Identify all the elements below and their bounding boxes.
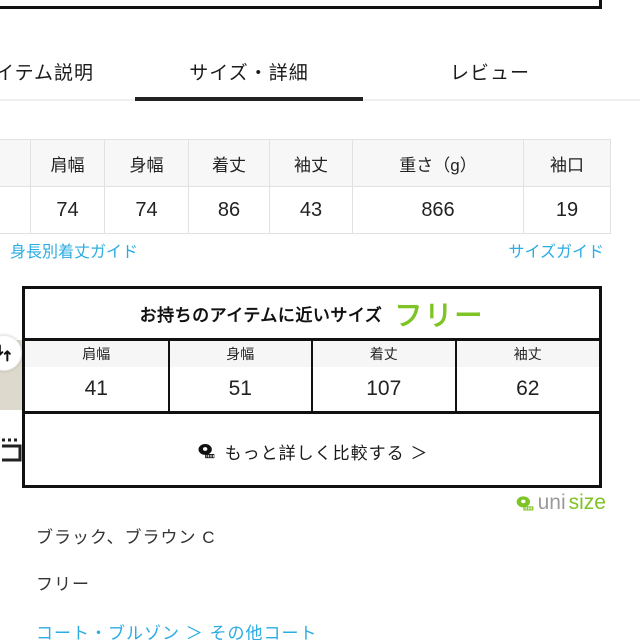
top-panel-bottom-edge — [0, 0, 602, 9]
size-guide-link[interactable]: サイズガイド — [508, 238, 604, 262]
cell-chest: 74 — [104, 186, 189, 234]
tape-measure-icon — [515, 495, 535, 512]
column-header-blank — [0, 139, 31, 187]
unisize-logo-size: size — [568, 491, 606, 514]
unisize-panel-header: お持ちのアイテムに近いサイズ フリー — [25, 289, 599, 338]
cell-size-label — [0, 186, 31, 234]
breadcrumb[interactable]: コート・ブルゾン ＞ その他コート — [36, 619, 317, 640]
height-length-guide-link[interactable]: ：身長別着丈ガイド — [0, 238, 138, 262]
unisize-logo-uni: uni — [537, 491, 566, 514]
cell-shoulder: 74 — [30, 186, 105, 234]
column-header-chest: 身幅 — [167, 339, 312, 367]
tab-size-details[interactable]: サイズ・詳細 — [135, 42, 363, 100]
column-header-length: 着丈 — [188, 139, 270, 187]
guide-links-row: ：身長別着丈ガイド サイズガイド — [0, 238, 640, 264]
dashed-placeholder-icon — [0, 432, 22, 474]
tab-label: アイテム説明 — [0, 62, 95, 84]
table-header-row: 肩幅 身幅 着丈 袖丈 重さ（g） 袖口 — [0, 139, 611, 187]
column-header-weight: 重さ（g） — [352, 139, 524, 187]
unisize-logo: uni size — [515, 491, 606, 515]
tab-label: レビュー — [449, 62, 530, 84]
product-size: フリー — [36, 575, 90, 594]
closest-size-value: フリー — [394, 299, 485, 331]
column-header-chest: 身幅 — [104, 139, 189, 187]
column-header-sleeve: 袖丈 — [454, 339, 599, 367]
column-header-length: 着丈 — [311, 339, 456, 367]
tape-measure-icon — [196, 443, 216, 460]
closest-size-label: お持ちのアイテムに近いサイズ — [139, 306, 383, 325]
cell-weight: 866 — [352, 186, 524, 234]
tab-reviews[interactable]: レビュー — [400, 42, 580, 100]
tab-label: サイズ・詳細 — [189, 62, 309, 84]
unisize-comparison-panel: お持ちのアイテムに近いサイズ フリー 肩幅 身幅 着丈 袖丈 41 51 107… — [22, 286, 602, 488]
table-header-row: 肩幅 身幅 着丈 袖丈 — [25, 339, 599, 367]
cell-shoulder: 41 — [25, 367, 169, 411]
cell-length: 86 — [188, 186, 270, 234]
column-header-cuff: 袖口 — [523, 139, 611, 187]
product-colors: ブラック、ブラウン C — [36, 528, 216, 547]
cell-sleeve: 43 — [269, 186, 353, 234]
compare-more-label: もっと詳しく比較する ＞ — [224, 443, 429, 463]
cell-cuff: 19 — [523, 186, 611, 234]
cell-length: 107 — [311, 367, 456, 411]
active-tab-underline — [135, 97, 363, 101]
column-header-sleeve: 袖丈 — [269, 139, 353, 187]
page-root: アイテム説明 サイズ・詳細 レビュー 肩幅 身幅 着丈 袖丈 重さ（g） 袖口 — [0, 0, 640, 640]
unisize-measurement-table: 肩幅 身幅 着丈 袖丈 41 51 107 62 — [25, 338, 599, 411]
tab-bar: アイテム説明 サイズ・詳細 レビュー — [0, 42, 640, 100]
tab-item-description[interactable]: アイテム説明 — [0, 42, 110, 100]
column-header-shoulder: 肩幅 — [30, 139, 105, 187]
column-header-shoulder: 肩幅 — [25, 339, 169, 367]
compare-more-button[interactable]: もっと詳しく比較する ＞ — [25, 411, 599, 488]
measurement-table: 肩幅 身幅 着丈 袖丈 重さ（g） 袖口 74 74 86 43 866 19 — [0, 139, 611, 234]
table-row: 41 51 107 62 — [25, 367, 599, 411]
cell-sleeve: 62 — [454, 367, 599, 411]
cell-chest: 51 — [167, 367, 312, 411]
table-row: 74 74 86 43 866 19 — [0, 186, 611, 234]
